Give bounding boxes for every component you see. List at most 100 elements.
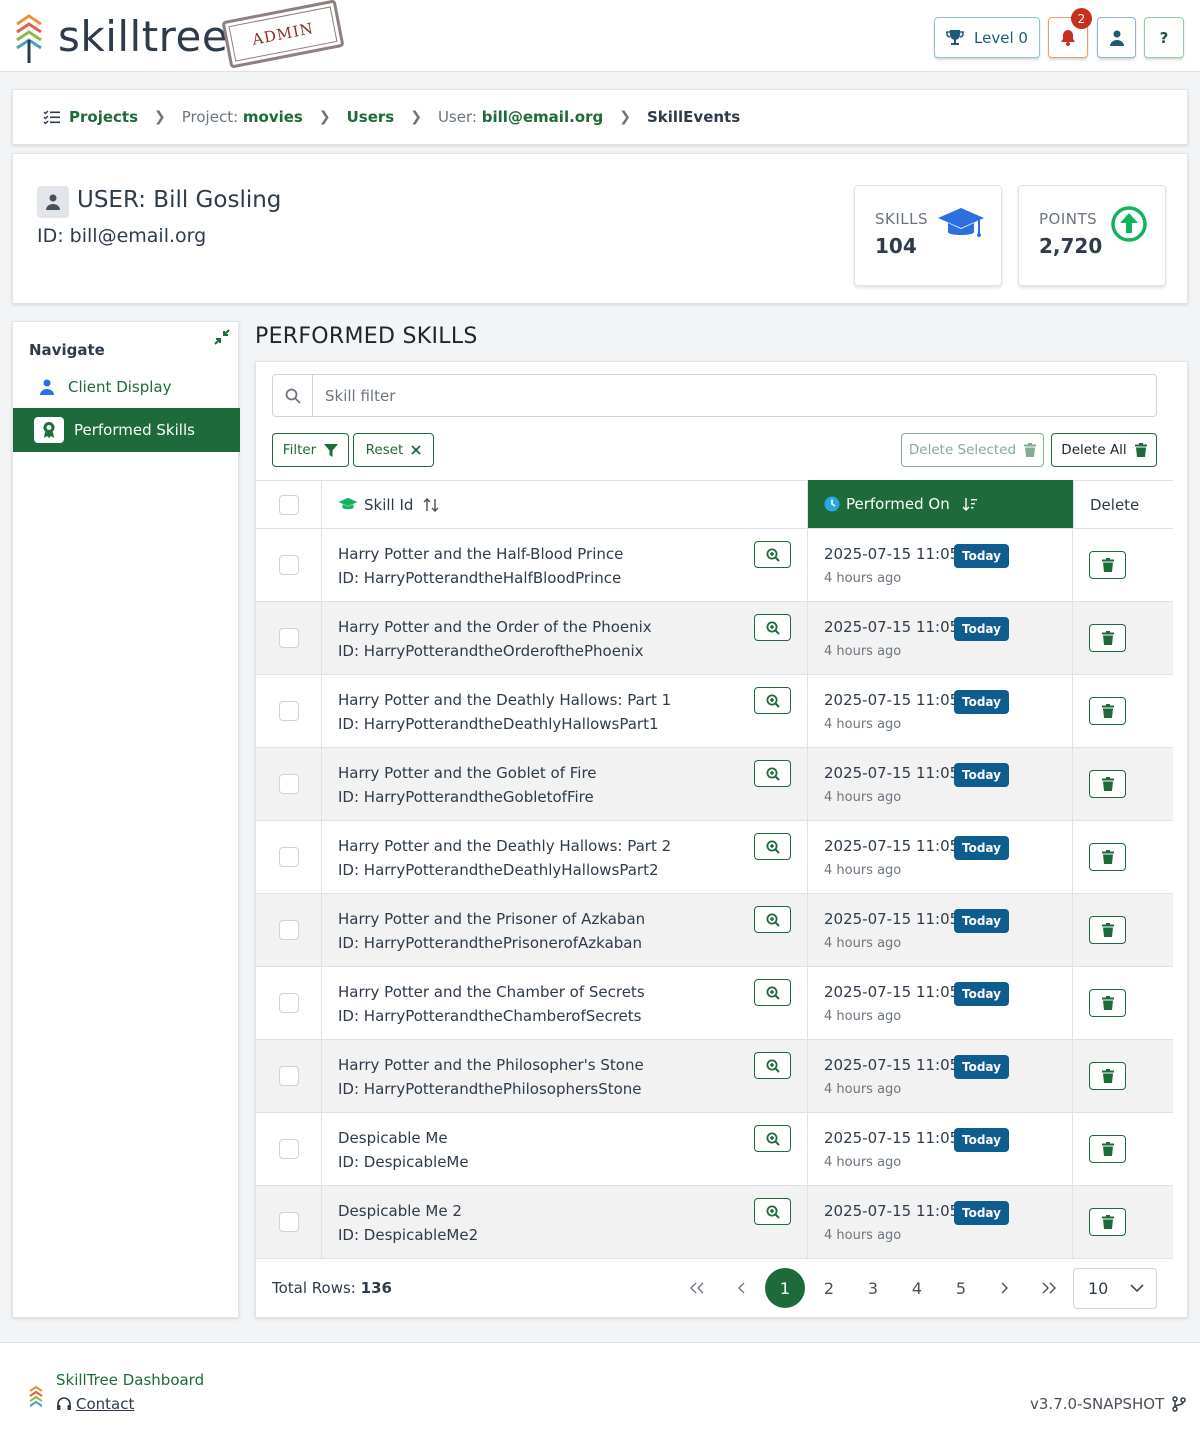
delete-row-button[interactable]: [1089, 1062, 1126, 1090]
skill-name: Harry Potter and the Deathly Hallows: Pa…: [338, 691, 672, 709]
compress-icon[interactable]: [213, 328, 231, 346]
skill-id: ID: HarryPotterandtheGobletofFire: [338, 788, 594, 806]
delete-row-button[interactable]: [1089, 989, 1126, 1017]
prev-page-button[interactable]: [721, 1268, 761, 1308]
code-branch-icon: [1172, 1396, 1187, 1412]
page-size-select[interactable]: 10: [1073, 1268, 1157, 1309]
table-row: Harry Potter and the Half-Blood Prince ID…: [256, 529, 1173, 602]
row-checkbox[interactable]: [278, 1139, 299, 1159]
sidebar-item-client-display[interactable]: Client Display: [13, 366, 240, 408]
page-button-1[interactable]: 1: [765, 1268, 805, 1308]
double-chevron-left-icon: [690, 1282, 704, 1294]
view-skill-button[interactable]: [754, 979, 791, 1006]
last-page-button[interactable]: [1029, 1268, 1069, 1308]
help-button[interactable]: ?: [1144, 17, 1184, 58]
view-skill-button[interactable]: [754, 614, 791, 641]
reset-button-label: Reset: [365, 442, 404, 458]
next-page-button[interactable]: [985, 1268, 1025, 1308]
skill-name: Despicable Me: [338, 1129, 448, 1147]
first-page-button[interactable]: [677, 1268, 717, 1308]
chevron-right-icon: ❯: [619, 109, 631, 125]
row-checkbox[interactable]: [278, 920, 299, 940]
page-button-4[interactable]: 4: [897, 1268, 937, 1308]
breadcrumb: Projects ❯ Project: movies ❯ Users ❯ Use…: [12, 89, 1188, 145]
reset-button[interactable]: Reset: [353, 433, 434, 467]
user-title: USER: Bill Gosling: [77, 187, 282, 213]
skill-id-column-header[interactable]: Skill Id: [322, 481, 808, 528]
trash-icon: [1101, 850, 1114, 864]
delete-row-button[interactable]: [1089, 916, 1126, 944]
row-checkbox[interactable]: [278, 1066, 299, 1086]
relative-time: 4 hours ago: [824, 936, 902, 951]
view-skill-button[interactable]: [754, 1198, 791, 1225]
sort-icon[interactable]: [423, 497, 439, 513]
delete-all-button[interactable]: Delete All: [1051, 433, 1157, 467]
sidebar-item-label: Client Display: [68, 378, 172, 396]
row-checkbox[interactable]: [278, 701, 299, 721]
delete-row-button[interactable]: [1089, 697, 1126, 725]
sidebar-item-performed-skills[interactable]: Performed Skills: [13, 408, 240, 452]
user-menu-button[interactable]: [1097, 17, 1136, 58]
close-icon: [411, 445, 421, 455]
relative-time: 4 hours ago: [824, 571, 902, 586]
row-checkbox[interactable]: [278, 628, 299, 648]
breadcrumb-project[interactable]: Project: movies: [182, 108, 303, 126]
row-select-cell: [256, 1186, 322, 1258]
view-skill-button[interactable]: [754, 1125, 791, 1152]
breadcrumb-projects[interactable]: Projects: [69, 108, 138, 126]
skill-cell: Harry Potter and the Philosopher's Stone…: [322, 1040, 808, 1112]
row-checkbox[interactable]: [278, 847, 299, 867]
breadcrumb-user[interactable]: User: bill@email.org: [438, 108, 603, 126]
logo-text[interactable]: skilltree: [58, 12, 228, 61]
view-skill-button[interactable]: [754, 906, 791, 933]
delete-cell: [1073, 1113, 1173, 1185]
performed-on-column-header[interactable]: Performed On: [808, 480, 1073, 528]
delete-cell: [1073, 748, 1173, 820]
view-skill-button[interactable]: [754, 760, 791, 787]
award-icon-box: [34, 417, 64, 443]
trophy-icon: [946, 30, 964, 45]
relative-time: 4 hours ago: [824, 863, 902, 878]
skills-stat-card: SKILLS 104: [854, 185, 1002, 286]
breadcrumb-current: SkillEvents: [646, 108, 741, 126]
delete-row-button[interactable]: [1089, 843, 1126, 871]
performed-on-column-label: Performed On: [846, 495, 950, 513]
delete-row-button[interactable]: [1089, 1135, 1126, 1163]
breadcrumb-user-value[interactable]: bill@email.org: [482, 108, 604, 126]
row-select-cell: [256, 529, 322, 601]
breadcrumb-project-value[interactable]: movies: [243, 108, 303, 126]
delete-selected-button[interactable]: Delete Selected: [901, 433, 1044, 467]
delete-row-button[interactable]: [1089, 624, 1126, 652]
view-skill-button[interactable]: [754, 687, 791, 714]
skilltree-logo-icon[interactable]: [14, 14, 44, 64]
view-skill-button[interactable]: [754, 1052, 791, 1079]
skills-stat-value: 104: [875, 234, 917, 258]
delete-row-button[interactable]: [1089, 1208, 1126, 1236]
delete-row-button[interactable]: [1089, 551, 1126, 579]
delete-row-button[interactable]: [1089, 770, 1126, 798]
breadcrumb-users[interactable]: Users: [347, 108, 395, 126]
trash-icon: [1101, 704, 1114, 718]
footer-contact-link[interactable]: Contact: [56, 1395, 134, 1413]
view-skill-button[interactable]: [754, 541, 791, 568]
page-button-5[interactable]: 5: [941, 1268, 981, 1308]
zoom-in-icon: [766, 694, 780, 708]
row-checkbox[interactable]: [278, 1212, 299, 1232]
row-checkbox[interactable]: [278, 774, 299, 794]
zoom-in-icon: [766, 1059, 780, 1073]
chevron-right-icon: ❯: [410, 109, 422, 125]
relative-time: 4 hours ago: [824, 790, 902, 805]
view-skill-button[interactable]: [754, 833, 791, 860]
row-checkbox[interactable]: [278, 555, 299, 575]
skill-id: ID: HarryPotterandthePhilosophersStone: [338, 1080, 642, 1098]
page-button-3[interactable]: 3: [853, 1268, 893, 1308]
page-size-value: 10: [1088, 1279, 1109, 1298]
page-button-2[interactable]: 2: [809, 1268, 849, 1308]
select-all-checkbox[interactable]: [278, 494, 299, 515]
filter-button[interactable]: Filter: [272, 433, 349, 467]
row-checkbox[interactable]: [278, 993, 299, 1013]
row-select-cell: [256, 675, 322, 747]
sort-descending-icon[interactable]: [962, 496, 978, 512]
skill-filter-input[interactable]: [313, 375, 1156, 416]
level-button[interactable]: Level 0: [934, 17, 1040, 58]
